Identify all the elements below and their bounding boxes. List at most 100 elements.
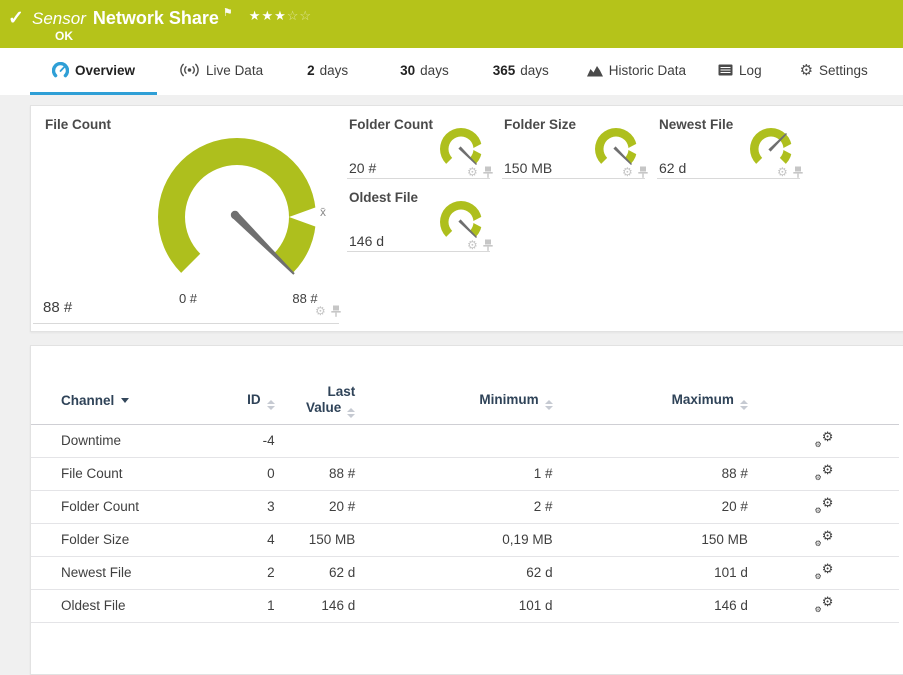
sort-arrows-icon	[347, 408, 355, 418]
channel-settings-gear-icon[interactable]: ⚙	[467, 166, 478, 178]
pin-icon[interactable]	[483, 166, 493, 178]
channel-last-value: 150 MB	[275, 523, 356, 556]
divider	[33, 323, 339, 324]
log-icon	[718, 64, 733, 76]
channel-maximum	[553, 424, 748, 457]
channel-maximum: 150 MB	[553, 523, 748, 556]
pin-icon[interactable]	[638, 166, 648, 178]
table-row: Folder Size 4 150 MB 0,19 MB 150 MB ⚙⚙	[31, 523, 899, 556]
channels-card: Channel ID Last Value Minimum Maximum	[30, 345, 903, 675]
stars-empty[interactable]: ☆☆	[287, 8, 312, 23]
tab-live-data[interactable]: Live Data	[157, 48, 285, 95]
tab-settings-label: Settings	[819, 63, 868, 78]
channel-name: Folder Count	[31, 490, 232, 523]
channel-settings-gear-icon[interactable]: ⚙	[777, 166, 788, 178]
tab-overview[interactable]: Overview	[30, 48, 157, 95]
tab-365-days[interactable]: 365 days	[471, 48, 571, 95]
gauges-card: File Count x̄ 0 # 88 # 88 # ⚙ Folder Cou…	[30, 105, 903, 332]
channel-maximum: 146 d	[553, 589, 748, 622]
tab-historic-data[interactable]: Historic Data	[571, 48, 702, 95]
sensor-name: Network Share	[93, 8, 219, 28]
tab-log-label: Log	[739, 63, 762, 78]
channel-maximum: 101 d	[553, 556, 748, 589]
mini-gauge-title: Oldest File	[349, 190, 418, 205]
channel-settings-gear-icon[interactable]: ⚙	[622, 166, 633, 178]
edit-channel-icon[interactable]: ⚙⚙	[813, 464, 833, 481]
sort-arrows-icon	[545, 400, 553, 410]
column-header-minimum[interactable]: Minimum	[355, 378, 552, 424]
sort-caret-icon	[121, 398, 129, 403]
sensor-type-label: Sensor	[32, 9, 86, 28]
tab-log[interactable]: Log	[702, 48, 778, 95]
tab-2-days-label: days	[320, 63, 349, 78]
channel-last-value	[275, 424, 356, 457]
column-header-last-value[interactable]: Last Value	[275, 378, 356, 424]
channel-id: 0	[232, 457, 274, 490]
channel-last-value: 62 d	[275, 556, 356, 589]
column-header-id[interactable]: ID	[232, 378, 274, 424]
channel-minimum	[355, 424, 552, 457]
channel-settings-gear-icon[interactable]: ⚙	[467, 239, 478, 251]
main-gauge-value: 88 #	[43, 299, 72, 316]
historic-data-icon	[587, 64, 603, 77]
channel-minimum: 2 #	[355, 490, 552, 523]
status-badge: OK	[55, 29, 73, 43]
tab-settings[interactable]: ⚙ Settings	[784, 48, 884, 95]
channel-minimum: 62 d	[355, 556, 552, 589]
tab-365-days-label: days	[520, 63, 549, 78]
mini-gauge-value: 146 d	[349, 233, 384, 249]
column-header-actions	[748, 378, 899, 424]
channel-last-value: 146 d	[275, 589, 356, 622]
channel-id: 1	[232, 589, 274, 622]
table-row: Folder Count 3 20 # 2 # 20 # ⚙⚙	[31, 490, 899, 523]
column-header-maximum[interactable]: Maximum	[553, 378, 748, 424]
table-row: File Count 0 88 # 1 # 88 # ⚙⚙	[31, 457, 899, 490]
average-marker: x̄	[320, 205, 326, 219]
gauge-scale-min: 0 #	[165, 291, 211, 306]
channel-id: 4	[232, 523, 274, 556]
mini-gauge-title: Newest File	[659, 117, 733, 132]
gauge-icon	[52, 62, 69, 78]
tab-2-days[interactable]: 2days	[285, 48, 370, 95]
channel-id: 3	[232, 490, 274, 523]
file-count-gauge	[142, 122, 332, 312]
edit-channel-icon[interactable]: ⚙⚙	[813, 596, 833, 613]
tab-historic-data-label: Historic Data	[609, 63, 686, 78]
tab-30-days[interactable]: 30days	[378, 48, 471, 95]
table-row: Oldest File 1 146 d 101 d 146 d ⚙⚙	[31, 589, 899, 622]
status-check-icon: ✓	[8, 7, 24, 30]
channel-name: Oldest File	[31, 589, 232, 622]
edit-channel-icon[interactable]: ⚙⚙	[813, 497, 833, 514]
edit-channel-icon[interactable]: ⚙⚙	[813, 431, 833, 448]
mini-gauge-value: 62 d	[659, 160, 686, 176]
mini-gauge-folder-count: Folder Count 20 # ⚙	[341, 106, 496, 179]
divider	[657, 178, 800, 179]
pin-icon[interactable]	[331, 305, 341, 317]
tab-30-days-number: 30	[400, 63, 415, 78]
channel-last-value: 20 #	[275, 490, 356, 523]
tab-overview-label: Overview	[75, 63, 135, 78]
edit-channel-icon[interactable]: ⚙⚙	[813, 530, 833, 547]
mini-gauge-oldest-file: Oldest File 146 d ⚙	[341, 179, 496, 252]
channels-table: Channel ID Last Value Minimum Maximum	[31, 378, 899, 623]
mini-gauge-newest-file: Newest File 62 d ⚙	[651, 106, 806, 179]
channel-maximum: 88 #	[553, 457, 748, 490]
divider	[347, 251, 490, 252]
tab-live-data-label: Live Data	[206, 63, 263, 78]
sort-arrows-icon	[740, 400, 748, 410]
priority-flag-icon[interactable]: ⚑	[223, 7, 233, 19]
edit-channel-icon[interactable]: ⚙⚙	[813, 563, 833, 580]
channel-name: Newest File	[31, 556, 232, 589]
priority-stars[interactable]: ★★★☆☆	[249, 8, 312, 23]
sensor-header: ✓ Sensor Network Share ⚑ ★★★☆☆ OK	[0, 0, 903, 48]
pin-icon[interactable]	[793, 166, 803, 178]
channel-id: -4	[232, 424, 274, 457]
column-header-channel[interactable]: Channel	[31, 378, 232, 424]
channel-name: Folder Size	[31, 523, 232, 556]
tab-365-days-number: 365	[493, 63, 516, 78]
stars-filled[interactable]: ★★★	[249, 8, 287, 23]
channel-settings-gear-icon[interactable]: ⚙	[315, 305, 326, 317]
pin-icon[interactable]	[483, 239, 493, 251]
mini-gauge-value: 20 #	[349, 160, 376, 176]
tab-bar: Overview Live Data 2days 30days 365days …	[0, 48, 903, 95]
